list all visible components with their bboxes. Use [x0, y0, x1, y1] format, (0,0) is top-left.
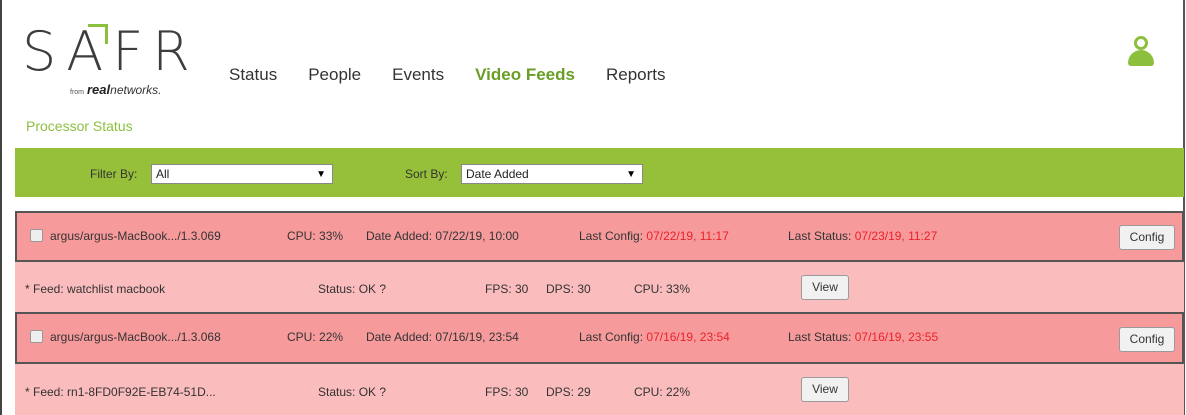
- cpu-value: 22%: [319, 330, 344, 344]
- feed-name: * Feed: rn1-8FD0F92E-EB74-51D...: [25, 385, 216, 399]
- last-status-value: 07/23/19, 11:27: [854, 229, 938, 243]
- user-icon-head: [1134, 36, 1148, 50]
- page-title: Processor Status: [26, 118, 133, 134]
- feed-name: * Feed: watchlist macbook: [25, 282, 166, 296]
- processor-name: argus/argus-MacBook.../1.3.068: [50, 330, 221, 344]
- date-added-label: Date Added:: [366, 229, 433, 243]
- processor-row: argus/argus-MacBook.../1.3.069 CPU: 33% …: [15, 211, 1184, 262]
- filter-bar: Filter By: All ▼ Sort By: Date Added ▼: [15, 148, 1184, 197]
- date-added-label: Date Added:: [366, 330, 433, 344]
- last-config-value: 07/22/19, 11:17: [646, 229, 729, 243]
- processor-checkbox[interactable]: [30, 229, 43, 242]
- config-button[interactable]: Config: [1119, 327, 1175, 352]
- processor-row: argus/argus-MacBook.../1.3.068 CPU: 22% …: [15, 312, 1184, 364]
- view-button[interactable]: View: [801, 275, 849, 300]
- nav-status[interactable]: Status: [229, 65, 277, 85]
- sort-by-select[interactable]: Date Added ▼: [461, 164, 643, 184]
- user-icon-body: [1128, 50, 1154, 66]
- feed-fps: FPS: 30: [485, 385, 529, 399]
- nav-reports[interactable]: Reports: [606, 65, 666, 85]
- filter-by-value: All: [156, 167, 170, 181]
- last-status-value: 07/16/19, 23:55: [854, 330, 939, 344]
- feed-row: * Feed: rn1-8FD0F92E-EB74-51D... Status:…: [15, 364, 1184, 415]
- feed-status: Status: OK ?: [318, 385, 387, 399]
- last-config-label: Last Config:: [579, 330, 644, 344]
- processor-last-config: Last Config: 07/22/19, 11:17: [579, 229, 729, 243]
- feed-cpu: CPU: 33%: [634, 282, 691, 296]
- processor-date-added: Date Added: 07/22/19, 10:00: [366, 229, 519, 243]
- logo-subtitle: from realnetworks.: [70, 82, 162, 97]
- feed-status: Status: OK ?: [318, 282, 387, 296]
- processor-checkbox[interactable]: [30, 330, 43, 343]
- nav-video-feeds[interactable]: Video Feeds: [475, 65, 575, 85]
- chevron-down-icon: ▼: [626, 169, 636, 180]
- cpu-label: CPU:: [287, 330, 316, 344]
- logo-from: from: [70, 89, 84, 96]
- filter-by-label: Filter By:: [90, 167, 138, 181]
- processor-last-status: Last Status: 07/16/19, 23:55: [788, 330, 938, 344]
- date-added-value: 07/22/19, 10:00: [435, 229, 519, 243]
- last-config-value: 07/16/19, 23:54: [646, 330, 730, 344]
- nav-people[interactable]: People: [308, 65, 361, 85]
- safr-logo[interactable]: SAFR from realnetworks.: [22, 22, 192, 102]
- last-status-label: Last Status:: [788, 229, 852, 243]
- logo-wordmark: SAFR: [22, 20, 199, 83]
- feed-row: * Feed: watchlist macbook Status: OK ? F…: [15, 262, 1184, 312]
- logo-brand-bold: real: [87, 82, 111, 97]
- cpu-value: 33%: [319, 229, 344, 243]
- main-nav: Status People Events Video Feeds Reports: [229, 65, 697, 85]
- processor-last-status: Last Status: 07/23/19, 11:27: [788, 229, 937, 243]
- nav-events[interactable]: Events: [392, 65, 444, 85]
- last-status-label: Last Status:: [788, 330, 852, 344]
- config-button[interactable]: Config: [1119, 225, 1175, 250]
- cpu-label: CPU:: [287, 229, 316, 243]
- window-border-left: [0, 0, 2, 415]
- date-added-value: 07/16/19, 23:54: [435, 330, 519, 344]
- processor-cpu: CPU: 22%: [287, 330, 343, 344]
- processor-last-config: Last Config: 07/16/19, 23:54: [579, 330, 730, 344]
- view-button[interactable]: View: [801, 377, 849, 402]
- logo-corner-mark: [88, 24, 108, 44]
- chevron-down-icon: ▼: [316, 169, 326, 180]
- logo-brand-rest: networks.: [110, 83, 162, 97]
- app-frame: SAFR from realnetworks. Status People Eve…: [0, 0, 1186, 415]
- feed-dps: DPS: 29: [546, 385, 591, 399]
- filter-by-select[interactable]: All ▼: [151, 164, 333, 184]
- sort-by-value: Date Added: [466, 167, 529, 181]
- processor-name: argus/argus-MacBook.../1.3.069: [50, 229, 221, 243]
- feed-cpu: CPU: 22%: [634, 385, 691, 399]
- user-icon[interactable]: [1128, 36, 1154, 66]
- sort-by-label: Sort By:: [405, 167, 448, 181]
- last-config-label: Last Config:: [579, 229, 644, 243]
- processor-cpu: CPU: 33%: [287, 229, 343, 243]
- processor-date-added: Date Added: 07/16/19, 23:54: [366, 330, 519, 344]
- feed-fps: FPS: 30: [485, 282, 529, 296]
- feed-dps: DPS: 30: [546, 282, 591, 296]
